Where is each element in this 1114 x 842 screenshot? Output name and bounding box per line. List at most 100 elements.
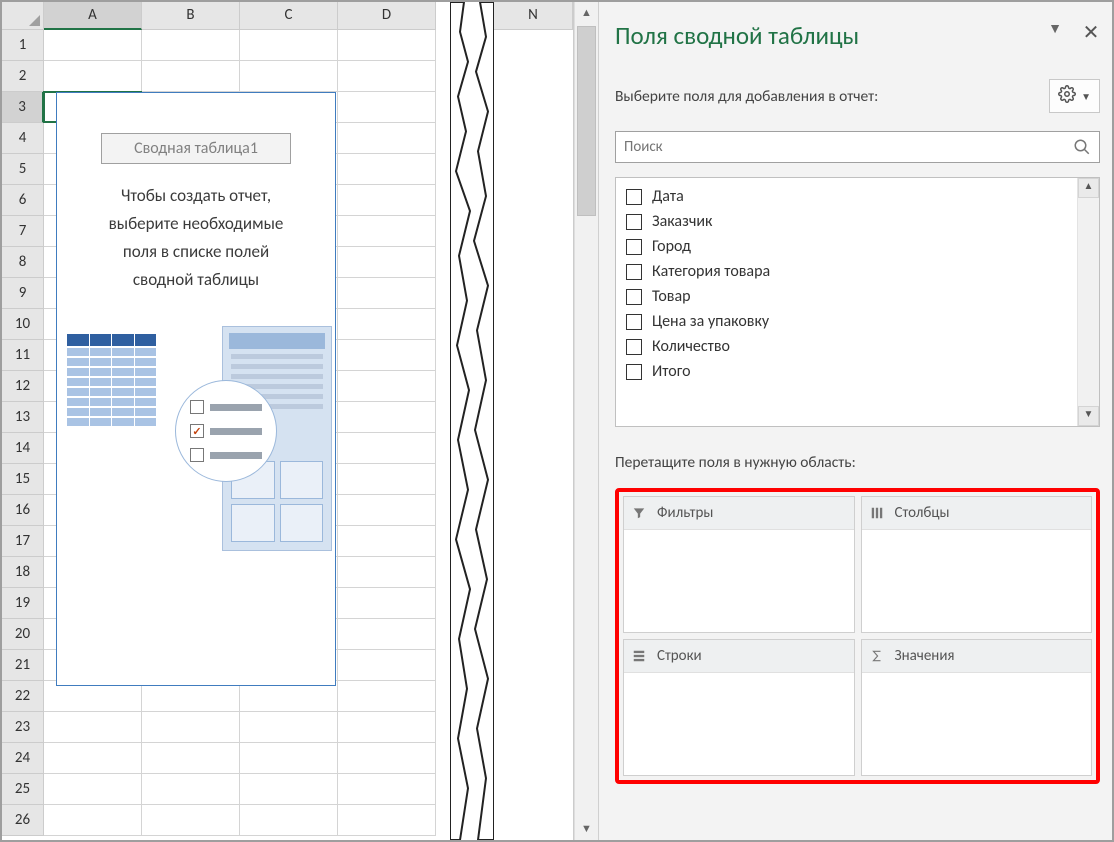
- columns-icon: [870, 506, 886, 520]
- scroll-up-button[interactable]: ▲: [575, 2, 598, 24]
- row-header[interactable]: 19: [2, 588, 44, 619]
- pane-title: Поля сводной таблицы: [615, 20, 1046, 51]
- checkbox[interactable]: [626, 264, 642, 280]
- field-search[interactable]: [615, 131, 1100, 163]
- drop-areas-highlight: Фильтры Столбцы Строки: [615, 488, 1100, 784]
- values-area[interactable]: Значения: [861, 639, 1093, 776]
- row-header[interactable]: 18: [2, 557, 44, 588]
- scroll-down-button[interactable]: ▼: [575, 818, 598, 840]
- column-header-c[interactable]: C: [240, 2, 338, 30]
- pane-menu-icon[interactable]: ▼: [1046, 20, 1064, 37]
- row-header[interactable]: 21: [2, 650, 44, 681]
- row-header[interactable]: 20: [2, 619, 44, 650]
- checkbox[interactable]: [626, 189, 642, 205]
- row-header[interactable]: 6: [2, 185, 44, 216]
- field-item[interactable]: Итого: [620, 359, 1073, 384]
- select-all-corner[interactable]: [2, 2, 44, 30]
- field-list-scrollbar[interactable]: ▲ ▼: [1077, 178, 1099, 426]
- field-label: Товар: [652, 287, 691, 306]
- row-header[interactable]: 10: [2, 309, 44, 340]
- row-header[interactable]: 17: [2, 526, 44, 557]
- row-headers: 1 2 3 4 5 6 7 8 9 10 11 12 13 14 15 16 1…: [2, 30, 44, 840]
- columns-area[interactable]: Столбцы: [861, 496, 1093, 633]
- row-header[interactable]: 24: [2, 743, 44, 774]
- checkbox[interactable]: [626, 314, 642, 330]
- column-header-d[interactable]: D: [338, 2, 436, 30]
- checkbox[interactable]: [626, 289, 642, 305]
- field-label: Итого: [652, 362, 691, 381]
- row-header[interactable]: 7: [2, 216, 44, 247]
- gear-icon: [1058, 85, 1076, 107]
- excel-window: A B C D 1 2 3 4 5 6 7 8 9 10 11 12 13 14…: [0, 0, 1114, 842]
- row-header[interactable]: 14: [2, 433, 44, 464]
- pivot-table-placeholder: Сводная таблица1 Чтобы создать отчет, вы…: [56, 92, 336, 686]
- row-header[interactable]: 23: [2, 712, 44, 743]
- row-header[interactable]: 16: [2, 495, 44, 526]
- rows-area[interactable]: Строки: [623, 639, 855, 776]
- pivot-fields-pane: Поля сводной таблицы ▼ ✕ Выберите поля д…: [598, 2, 1112, 840]
- filters-area[interactable]: Фильтры: [623, 496, 855, 633]
- field-item[interactable]: Количество: [620, 334, 1073, 359]
- row-header[interactable]: 13: [2, 402, 44, 433]
- field-label: Количество: [652, 337, 730, 356]
- row-header[interactable]: 9: [2, 278, 44, 309]
- chevron-down-icon: ▼: [1081, 90, 1091, 103]
- filter-icon: [632, 506, 648, 520]
- row-header[interactable]: 3: [2, 92, 44, 123]
- worksheet: A B C D 1 2 3 4 5 6 7 8 9 10 11 12 13 14…: [2, 2, 450, 840]
- area-label: Значения: [895, 647, 955, 665]
- field-item[interactable]: Город: [620, 234, 1073, 259]
- row-header[interactable]: 8: [2, 247, 44, 278]
- field-item[interactable]: Заказчик: [620, 209, 1073, 234]
- field-label: Заказчик: [652, 212, 712, 231]
- checkbox[interactable]: [626, 364, 642, 380]
- field-item[interactable]: Дата: [620, 184, 1073, 209]
- row-header[interactable]: 4: [2, 123, 44, 154]
- column-header-a[interactable]: A: [44, 2, 142, 30]
- sigma-icon: [870, 649, 886, 663]
- row-header[interactable]: 5: [2, 154, 44, 185]
- torn-seam: [450, 2, 494, 840]
- layout-options-button[interactable]: ▼: [1049, 79, 1100, 113]
- row-header[interactable]: 22: [2, 681, 44, 712]
- pane-subtitle: Выберите поля для добавления в отчет:: [615, 87, 1049, 106]
- field-list: Дата Заказчик Город Категория товара Товар Це…: [615, 177, 1100, 427]
- search-icon[interactable]: [1065, 132, 1099, 162]
- row-header[interactable]: 11: [2, 340, 44, 371]
- close-icon[interactable]: ✕: [1082, 20, 1100, 45]
- field-item[interactable]: Категория товара: [620, 259, 1073, 284]
- field-label: Дата: [652, 187, 684, 206]
- scroll-up-button[interactable]: ▲: [1078, 178, 1099, 198]
- row-header[interactable]: 2: [2, 61, 44, 92]
- drag-instruction: Перетащите поля в нужную область:: [615, 453, 1100, 472]
- checkbox[interactable]: [626, 339, 642, 355]
- area-label: Фильтры: [657, 504, 713, 522]
- scroll-down-button[interactable]: ▼: [1078, 406, 1099, 426]
- row-header[interactable]: 15: [2, 464, 44, 495]
- column-header-b[interactable]: B: [142, 2, 240, 30]
- row-header[interactable]: 12: [2, 371, 44, 402]
- row-header[interactable]: 1: [2, 30, 44, 61]
- rows-icon: [632, 649, 648, 663]
- column-header-n[interactable]: N: [494, 2, 573, 30]
- cell-grid[interactable]: // placeholder; real rows built by binde…: [44, 30, 450, 840]
- column-n-strip: N: [494, 2, 574, 840]
- field-label: Цена за упаковку: [652, 312, 769, 331]
- search-input[interactable]: [616, 132, 1065, 162]
- field-item[interactable]: Товар: [620, 284, 1073, 309]
- field-label: Город: [652, 237, 691, 256]
- field-item[interactable]: Цена за упаковку: [620, 309, 1073, 334]
- area-label: Строки: [657, 647, 702, 665]
- checkbox[interactable]: [626, 239, 642, 255]
- column-headers: A B C D: [2, 2, 450, 30]
- row-header[interactable]: 25: [2, 774, 44, 805]
- pivot-name-box: Сводная таблица1: [101, 133, 291, 164]
- field-label: Категория товара: [652, 262, 770, 281]
- area-label: Столбцы: [895, 504, 950, 522]
- checkbox[interactable]: [626, 214, 642, 230]
- pivot-illustration: ✓: [67, 334, 325, 564]
- pivot-instructions: Чтобы создать отчет, выберите необходимы…: [67, 182, 325, 294]
- row-header[interactable]: 26: [2, 805, 44, 836]
- vertical-scrollbar[interactable]: ▲ ▼: [574, 2, 598, 840]
- scroll-thumb[interactable]: [577, 26, 596, 216]
